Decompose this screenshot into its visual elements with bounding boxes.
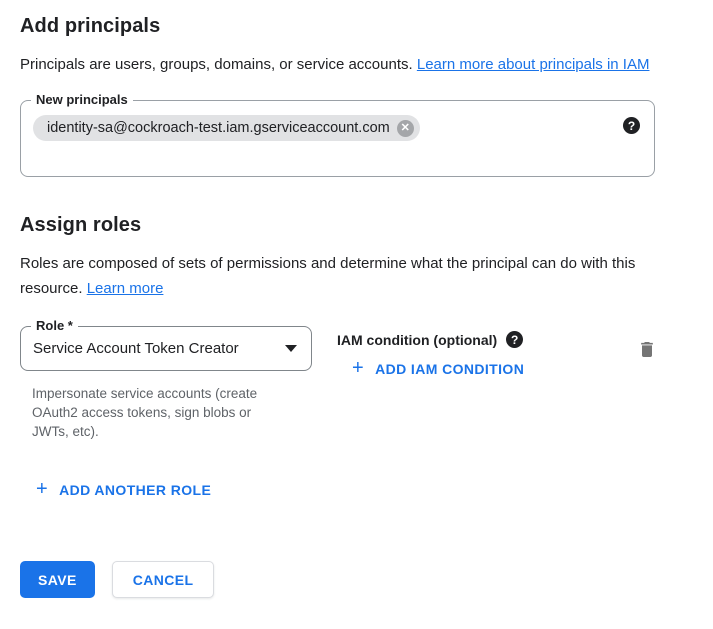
delete-role-button[interactable] <box>635 337 659 365</box>
trash-icon <box>637 348 657 363</box>
cancel-button[interactable]: CANCEL <box>112 561 215 598</box>
new-principals-field[interactable]: New principals identity-sa@cockroach-tes… <box>20 100 655 177</box>
role-select-label: Role * <box>31 319 78 333</box>
iam-condition-column: IAM condition (optional) ? + ADD IAM CON… <box>337 326 635 379</box>
footer-actions: SAVE CANCEL <box>20 561 693 598</box>
learn-more-principals-link[interactable]: Learn more about principals in IAM <box>417 56 650 73</box>
add-another-role-button[interactable]: + ADD ANOTHER ROLE <box>36 481 211 499</box>
principals-description-text: Principals are users, groups, domains, o… <box>20 56 413 73</box>
add-principals-panel: Add principals Principals are users, gro… <box>0 0 713 598</box>
iam-condition-help-icon[interactable]: ? <box>506 331 523 348</box>
principal-chip: identity-sa@cockroach-test.iam.gservicea… <box>33 115 420 141</box>
add-another-role-label: ADD ANOTHER ROLE <box>59 482 211 498</box>
learn-more-roles-link[interactable]: Learn more <box>87 280 164 297</box>
plus-icon: + <box>352 358 364 378</box>
principals-description: Principals are users, groups, domains, o… <box>20 52 672 77</box>
role-select-value: Service Account Token Creator <box>33 340 239 357</box>
role-helper-text: Impersonate service accounts (create OAu… <box>32 384 290 441</box>
principal-chip-label: identity-sa@cockroach-test.iam.gservicea… <box>47 120 390 136</box>
iam-condition-label: IAM condition (optional) <box>337 332 497 348</box>
role-column: Role * Service Account Token Creator Imp… <box>20 326 312 441</box>
chevron-down-icon <box>285 345 297 352</box>
chip-remove-icon[interactable]: ✕ <box>397 120 414 137</box>
principals-help-icon[interactable]: ? <box>623 117 640 134</box>
add-principals-title: Add principals <box>20 0 693 38</box>
role-select[interactable]: Role * Service Account Token Creator <box>20 326 312 371</box>
role-row: Role * Service Account Token Creator Imp… <box>20 326 675 441</box>
roles-description: Roles are composed of sets of permission… <box>20 251 672 301</box>
assign-roles-title: Assign roles <box>20 214 693 237</box>
new-principals-label: New principals <box>31 93 133 107</box>
add-iam-condition-button[interactable]: + ADD IAM CONDITION <box>352 360 524 378</box>
save-button[interactable]: SAVE <box>20 561 95 598</box>
plus-icon: + <box>36 479 48 499</box>
add-iam-condition-label: ADD IAM CONDITION <box>375 361 524 377</box>
